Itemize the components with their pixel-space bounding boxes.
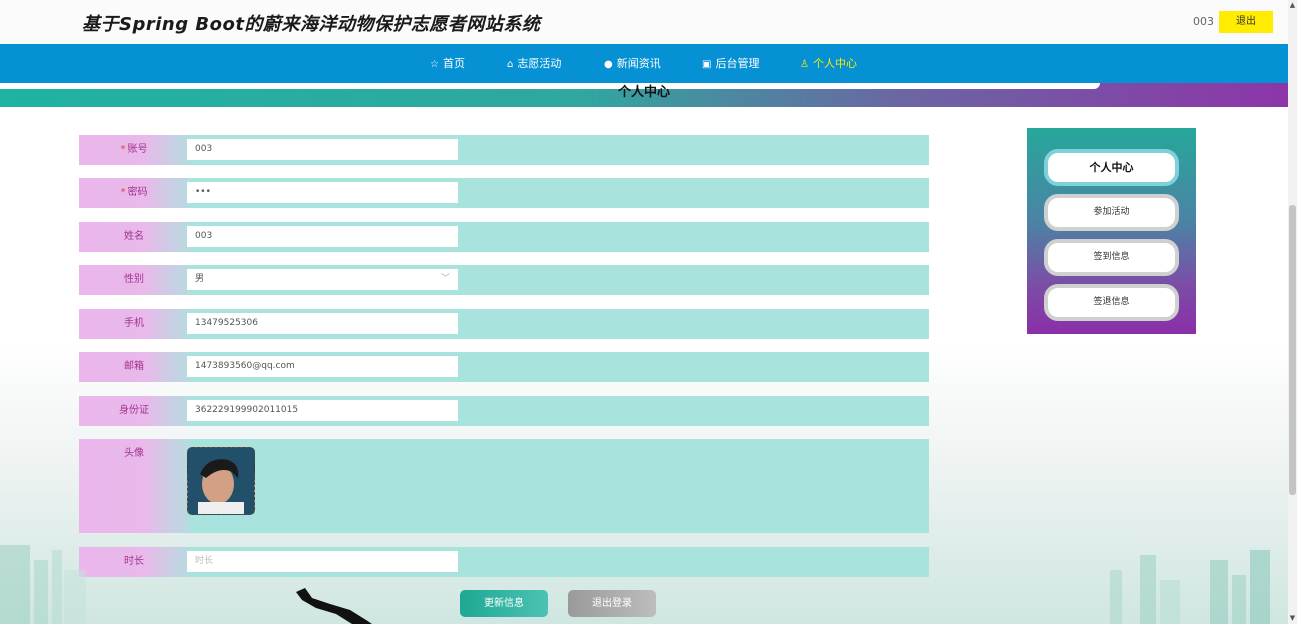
form-row-name: 姓名 003 [79,222,929,252]
sidebar-item-checkout-info[interactable]: 签退信息 [1044,284,1179,321]
gender-select[interactable]: 男 ﹀ [187,269,458,290]
form-row-account: * 账号 003 [79,135,929,165]
name-input[interactable]: 003 [187,226,458,247]
duration-input[interactable]: 时长 [187,551,458,572]
form-row-phone: 手机 13479525306 [79,309,929,339]
form-row-gender: 性别 男 ﹀ [79,265,929,295]
phone-input[interactable]: 13479525306 [187,313,458,334]
gender-value: 男 [195,274,205,284]
avatar[interactable] [187,447,255,515]
form-row-password: * 密码 ••• [79,178,929,208]
duration-label: 时长 [79,547,189,577]
nav-item-label: 新闻资讯 [616,57,661,70]
scroll-down-arrow-icon[interactable]: ▼ [1288,613,1297,623]
phone-label: 手机 [79,309,189,339]
user-icon: ♙ [800,59,809,70]
nav-item-label: 首页 [442,57,465,70]
page-scrollbar[interactable]: ▲ ▼ [1288,0,1297,624]
account-input[interactable]: 003 [187,139,458,160]
nav-item-label: 志愿活动 [517,57,562,70]
page-title: 个人中心 [617,85,670,100]
nav-item-label: 个人中心 [812,57,857,70]
account-label: * 账号 [79,135,189,165]
site-title: 基于Spring Boot的蔚来海洋动物保护志愿者网站系统 [82,14,541,35]
name-label: 姓名 [79,222,189,252]
sidebar-item-personal-center[interactable]: 个人中心 [1044,149,1179,186]
nav-item-news[interactable]: ● 新闻资讯 [604,44,661,83]
nav-item-admin[interactable]: ▣ 后台管理 [702,44,759,83]
info-icon: ● [604,59,613,70]
sidebar: 个人中心 参加活动 签到信息 签退信息 [1027,128,1196,334]
main-nav: ☆ 首页 ⌂ 志愿活动 ● 新闻资讯 ▣ 后台管理 ♙ 个人中心 [0,44,1288,83]
nav-item-label: 后台管理 [715,57,760,70]
briefcase-icon: ▣ [702,59,712,70]
form-row-duration: 时长 时长 [79,547,929,577]
chevron-down-icon: ﹀ [440,274,450,284]
star-icon: ☆ [430,59,439,70]
logout-button[interactable]: 退出 [1219,11,1273,33]
email-label: 邮箱 [79,352,189,382]
top-header: 基于Spring Boot的蔚来海洋动物保护志愿者网站系统 003 退出 [0,0,1288,44]
avatar-photo [188,448,254,514]
password-input[interactable]: ••• [187,182,458,203]
nav-item-personal-center[interactable]: ♙ 个人中心 [800,44,857,83]
nav-item-home[interactable]: ☆ 首页 [430,44,465,83]
avatar-label: 头像 [79,439,189,533]
form-row-id-card: 身份证 362229199902011015 [79,396,929,426]
form-row-email: 邮箱 1473893560@qq.com [79,352,929,382]
form-row-avatar: 头像 [79,439,929,533]
id-card-label: 身份证 [79,396,189,426]
nav-item-volunteer-activities[interactable]: ⌂ 志愿活动 [507,44,561,83]
password-label: * 密码 [79,178,189,208]
logout-account-button[interactable]: 退出登录 [568,590,656,617]
scroll-thumb[interactable] [1289,205,1296,495]
sidebar-item-checkin-info[interactable]: 签到信息 [1044,239,1179,276]
id-card-input[interactable]: 362229199902011015 [187,400,458,421]
scroll-up-arrow-icon[interactable]: ▲ [1288,0,1297,10]
update-info-button[interactable]: 更新信息 [460,590,548,617]
sidebar-item-joined-activities[interactable]: 参加活动 [1044,194,1179,231]
bag-icon: ⌂ [507,59,514,70]
email-input[interactable]: 1473893560@qq.com [187,356,458,377]
gender-label: 性别 [79,265,189,295]
username-label: 003 [1193,15,1214,28]
